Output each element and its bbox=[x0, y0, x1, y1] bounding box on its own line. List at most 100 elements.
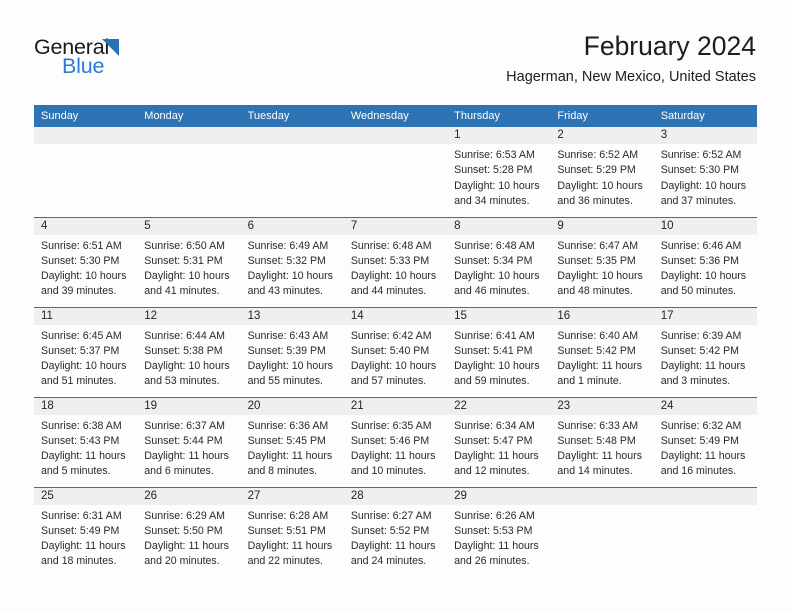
daylight-duration-line2: and 41 minutes. bbox=[144, 285, 220, 298]
daylight-duration-line2: and 8 minutes. bbox=[247, 465, 318, 478]
day-details: Sunrise: 6:32 AM Sunset: 5:49 PM Daylight:… bbox=[654, 415, 757, 480]
calendar-day-cell[interactable]: 5 Sunrise: 6:50 AM Sunset: 5:31 PM Daylight… bbox=[137, 216, 241, 307]
sunrise-time: Sunrise: 6:35 AM bbox=[350, 419, 432, 432]
day-number: 26 bbox=[137, 487, 241, 505]
day-number: 3 bbox=[653, 127, 757, 144]
weekday-header-row: Sunday Monday Tuesday Wednesday Thursday… bbox=[34, 105, 757, 127]
daylight-duration-line1: Daylight: 10 hours bbox=[454, 360, 540, 373]
calendar-day-cell[interactable]: 21 Sunrise: 6:35 AM Sunset: 5:46 PM Dayligh… bbox=[343, 396, 448, 487]
calendar-day-cell[interactable]: 20 Sunrise: 6:36 AM Sunset: 5:45 PM Dayligh… bbox=[240, 396, 344, 487]
day-number bbox=[653, 487, 757, 505]
daylight-duration-line2: and 10 minutes. bbox=[350, 465, 427, 478]
calendar-day-cell[interactable]: 29 Sunrise: 6:26 AM Sunset: 5:53 PM Dayligh… bbox=[447, 486, 551, 577]
sunset-time: Sunset: 5:50 PM bbox=[144, 524, 223, 537]
calendar-day-cell[interactable]: 19 Sunrise: 6:37 AM Sunset: 5:44 PM Dayligh… bbox=[137, 396, 241, 487]
daylight-duration-line2: and 48 minutes. bbox=[557, 285, 633, 298]
daylight-duration-line2: and 1 minute. bbox=[557, 375, 622, 388]
calendar-day-cell[interactable]: 28 Sunrise: 6:27 AM Sunset: 5:52 PM Dayligh… bbox=[343, 486, 448, 577]
day-number: 19 bbox=[137, 397, 241, 415]
sunset-time: Sunset: 5:49 PM bbox=[41, 524, 120, 537]
calendar-table: Sunday Monday Tuesday Wednesday Thursday… bbox=[34, 105, 757, 577]
calendar-day-cell[interactable]: 27 Sunrise: 6:28 AM Sunset: 5:51 PM Dayligh… bbox=[240, 486, 344, 577]
day-number bbox=[343, 127, 448, 144]
weekday-header-saturday: Saturday bbox=[653, 105, 757, 127]
daylight-duration-line2: and 37 minutes. bbox=[660, 194, 737, 207]
weekday-header-tuesday: Tuesday bbox=[240, 105, 344, 127]
calendar-day-cell[interactable]: 12 Sunrise: 6:44 AM Sunset: 5:38 PM Dayligh… bbox=[137, 306, 241, 397]
daylight-duration-line1: Daylight: 10 hours bbox=[41, 270, 127, 283]
weekday-header-thursday: Thursday bbox=[447, 105, 551, 127]
day-number: 17 bbox=[653, 307, 757, 325]
daylight-duration-line1: Daylight: 10 hours bbox=[454, 179, 540, 192]
day-details bbox=[344, 144, 447, 148]
daylight-duration-line1: Daylight: 11 hours bbox=[660, 450, 746, 463]
day-number: 7 bbox=[343, 217, 448, 235]
day-number: 29 bbox=[447, 487, 551, 505]
sunset-time: Sunset: 5:49 PM bbox=[660, 434, 740, 447]
calendar-day-cell[interactable]: 10 Sunrise: 6:46 AM Sunset: 5:36 PM Dayligh… bbox=[653, 216, 757, 307]
calendar-week-row: 4 Sunrise: 6:51 AM Sunset: 5:30 PM Daylight… bbox=[34, 216, 757, 307]
day-number: 28 bbox=[343, 487, 448, 505]
weekday-header-monday: Monday bbox=[137, 105, 241, 127]
calendar-day-cell[interactable]: 14 Sunrise: 6:42 AM Sunset: 5:40 PM Dayligh… bbox=[343, 306, 448, 397]
day-details bbox=[34, 144, 137, 148]
calendar-day-cell[interactable]: 23 Sunrise: 6:33 AM Sunset: 5:48 PM Dayligh… bbox=[550, 396, 654, 487]
sunrise-time: Sunrise: 6:29 AM bbox=[144, 509, 225, 522]
calendar-day-cell[interactable]: 3 Sunrise: 6:52 AM Sunset: 5:30 PM Daylight… bbox=[653, 127, 757, 217]
calendar-day-cell[interactable]: 4 Sunrise: 6:51 AM Sunset: 5:30 PM Daylight… bbox=[34, 216, 138, 307]
sunrise-time: Sunrise: 6:53 AM bbox=[454, 149, 535, 161]
calendar-day-cell[interactable]: 11 Sunrise: 6:45 AM Sunset: 5:37 PM Dayligh… bbox=[34, 306, 138, 397]
calendar-day-cell[interactable]: 26 Sunrise: 6:29 AM Sunset: 5:50 PM Dayligh… bbox=[137, 486, 241, 577]
daylight-duration-line2: and 3 minutes. bbox=[660, 375, 731, 388]
day-details: Sunrise: 6:45 AM Sunset: 5:37 PM Daylight:… bbox=[34, 325, 137, 390]
weekday-header-sunday: Sunday bbox=[34, 105, 138, 127]
sunrise-time: Sunrise: 6:49 AM bbox=[247, 239, 329, 252]
calendar-day-cell[interactable]: 17 Sunrise: 6:39 AM Sunset: 5:42 PM Dayligh… bbox=[653, 306, 757, 397]
calendar-week-row: 11 Sunrise: 6:45 AM Sunset: 5:37 PM Dayligh… bbox=[34, 306, 757, 397]
calendar-day-cell[interactable]: 13 Sunrise: 6:43 AM Sunset: 5:39 PM Dayligh… bbox=[240, 306, 344, 397]
general-blue-logo[interactable]: General Blue bbox=[34, 36, 144, 82]
daylight-duration-line1: Daylight: 10 hours bbox=[557, 179, 643, 192]
sunrise-time: Sunrise: 6:33 AM bbox=[557, 419, 639, 432]
sunset-time: Sunset: 5:44 PM bbox=[144, 434, 223, 447]
sunrise-time: Sunrise: 6:26 AM bbox=[454, 509, 535, 522]
calendar-day-cell-empty bbox=[550, 486, 654, 577]
calendar-day-cell[interactable]: 6 Sunrise: 6:49 AM Sunset: 5:32 PM Daylight… bbox=[240, 216, 344, 307]
daylight-duration-line1: Daylight: 11 hours bbox=[144, 540, 229, 553]
daylight-duration-line1: Daylight: 10 hours bbox=[660, 179, 747, 192]
day-details: Sunrise: 6:53 AM Sunset: 5:28 PM Daylight:… bbox=[447, 144, 550, 209]
calendar-day-cell[interactable]: 16 Sunrise: 6:40 AM Sunset: 5:42 PM Dayligh… bbox=[550, 306, 654, 397]
calendar-day-cell[interactable]: 22 Sunrise: 6:34 AM Sunset: 5:47 PM Dayligh… bbox=[447, 396, 551, 487]
daylight-duration-line2: and 39 minutes. bbox=[41, 285, 117, 298]
sunset-time: Sunset: 5:45 PM bbox=[247, 434, 326, 447]
sunrise-time: Sunrise: 6:50 AM bbox=[144, 239, 225, 252]
day-number: 10 bbox=[653, 217, 757, 235]
calendar-day-cell[interactable]: 8 Sunrise: 6:48 AM Sunset: 5:34 PM Daylight… bbox=[447, 216, 551, 307]
sunrise-time: Sunrise: 6:42 AM bbox=[350, 329, 432, 342]
sunset-time: Sunset: 5:48 PM bbox=[557, 434, 636, 447]
calendar-day-cell[interactable]: 15 Sunrise: 6:41 AM Sunset: 5:41 PM Dayligh… bbox=[447, 306, 551, 397]
daylight-duration-line1: Daylight: 10 hours bbox=[350, 270, 437, 283]
calendar-day-cell[interactable]: 25 Sunrise: 6:31 AM Sunset: 5:49 PM Dayligh… bbox=[34, 486, 138, 577]
calendar-day-cell[interactable]: 24 Sunrise: 6:32 AM Sunset: 5:49 PM Dayligh… bbox=[653, 396, 757, 487]
day-details: Sunrise: 6:39 AM Sunset: 5:42 PM Daylight:… bbox=[654, 325, 757, 390]
calendar-day-cell[interactable]: 2 Sunrise: 6:52 AM Sunset: 5:29 PM Daylight… bbox=[550, 127, 654, 217]
sunset-time: Sunset: 5:34 PM bbox=[454, 254, 533, 267]
day-details: Sunrise: 6:40 AM Sunset: 5:42 PM Daylight:… bbox=[550, 325, 653, 390]
sunset-time: Sunset: 5:53 PM bbox=[454, 524, 533, 537]
daylight-duration-line1: Daylight: 11 hours bbox=[144, 450, 229, 463]
page-header: General Blue February 2024 Hagerman, New… bbox=[0, 0, 792, 100]
calendar-day-cell[interactable]: 18 Sunrise: 6:38 AM Sunset: 5:43 PM Dayligh… bbox=[34, 396, 138, 487]
day-details: Sunrise: 6:36 AM Sunset: 5:45 PM Daylight:… bbox=[241, 415, 344, 480]
calendar-day-cell-empty bbox=[343, 127, 448, 217]
calendar-day-cell[interactable]: 9 Sunrise: 6:47 AM Sunset: 5:35 PM Daylight… bbox=[550, 216, 654, 307]
daylight-duration-line1: Daylight: 10 hours bbox=[144, 270, 230, 283]
sunrise-time: Sunrise: 6:40 AM bbox=[557, 329, 639, 342]
day-number: 8 bbox=[447, 217, 551, 235]
daylight-duration-line1: Daylight: 10 hours bbox=[350, 360, 437, 373]
day-number: 22 bbox=[447, 397, 551, 415]
calendar-day-cell[interactable]: 7 Sunrise: 6:48 AM Sunset: 5:33 PM Daylight… bbox=[343, 216, 448, 307]
calendar-day-cell[interactable]: 1 Sunrise: 6:53 AM Sunset: 5:28 PM Daylight… bbox=[447, 127, 551, 217]
day-number: 2 bbox=[550, 127, 654, 144]
daylight-duration-line2: and 18 minutes. bbox=[41, 555, 117, 568]
